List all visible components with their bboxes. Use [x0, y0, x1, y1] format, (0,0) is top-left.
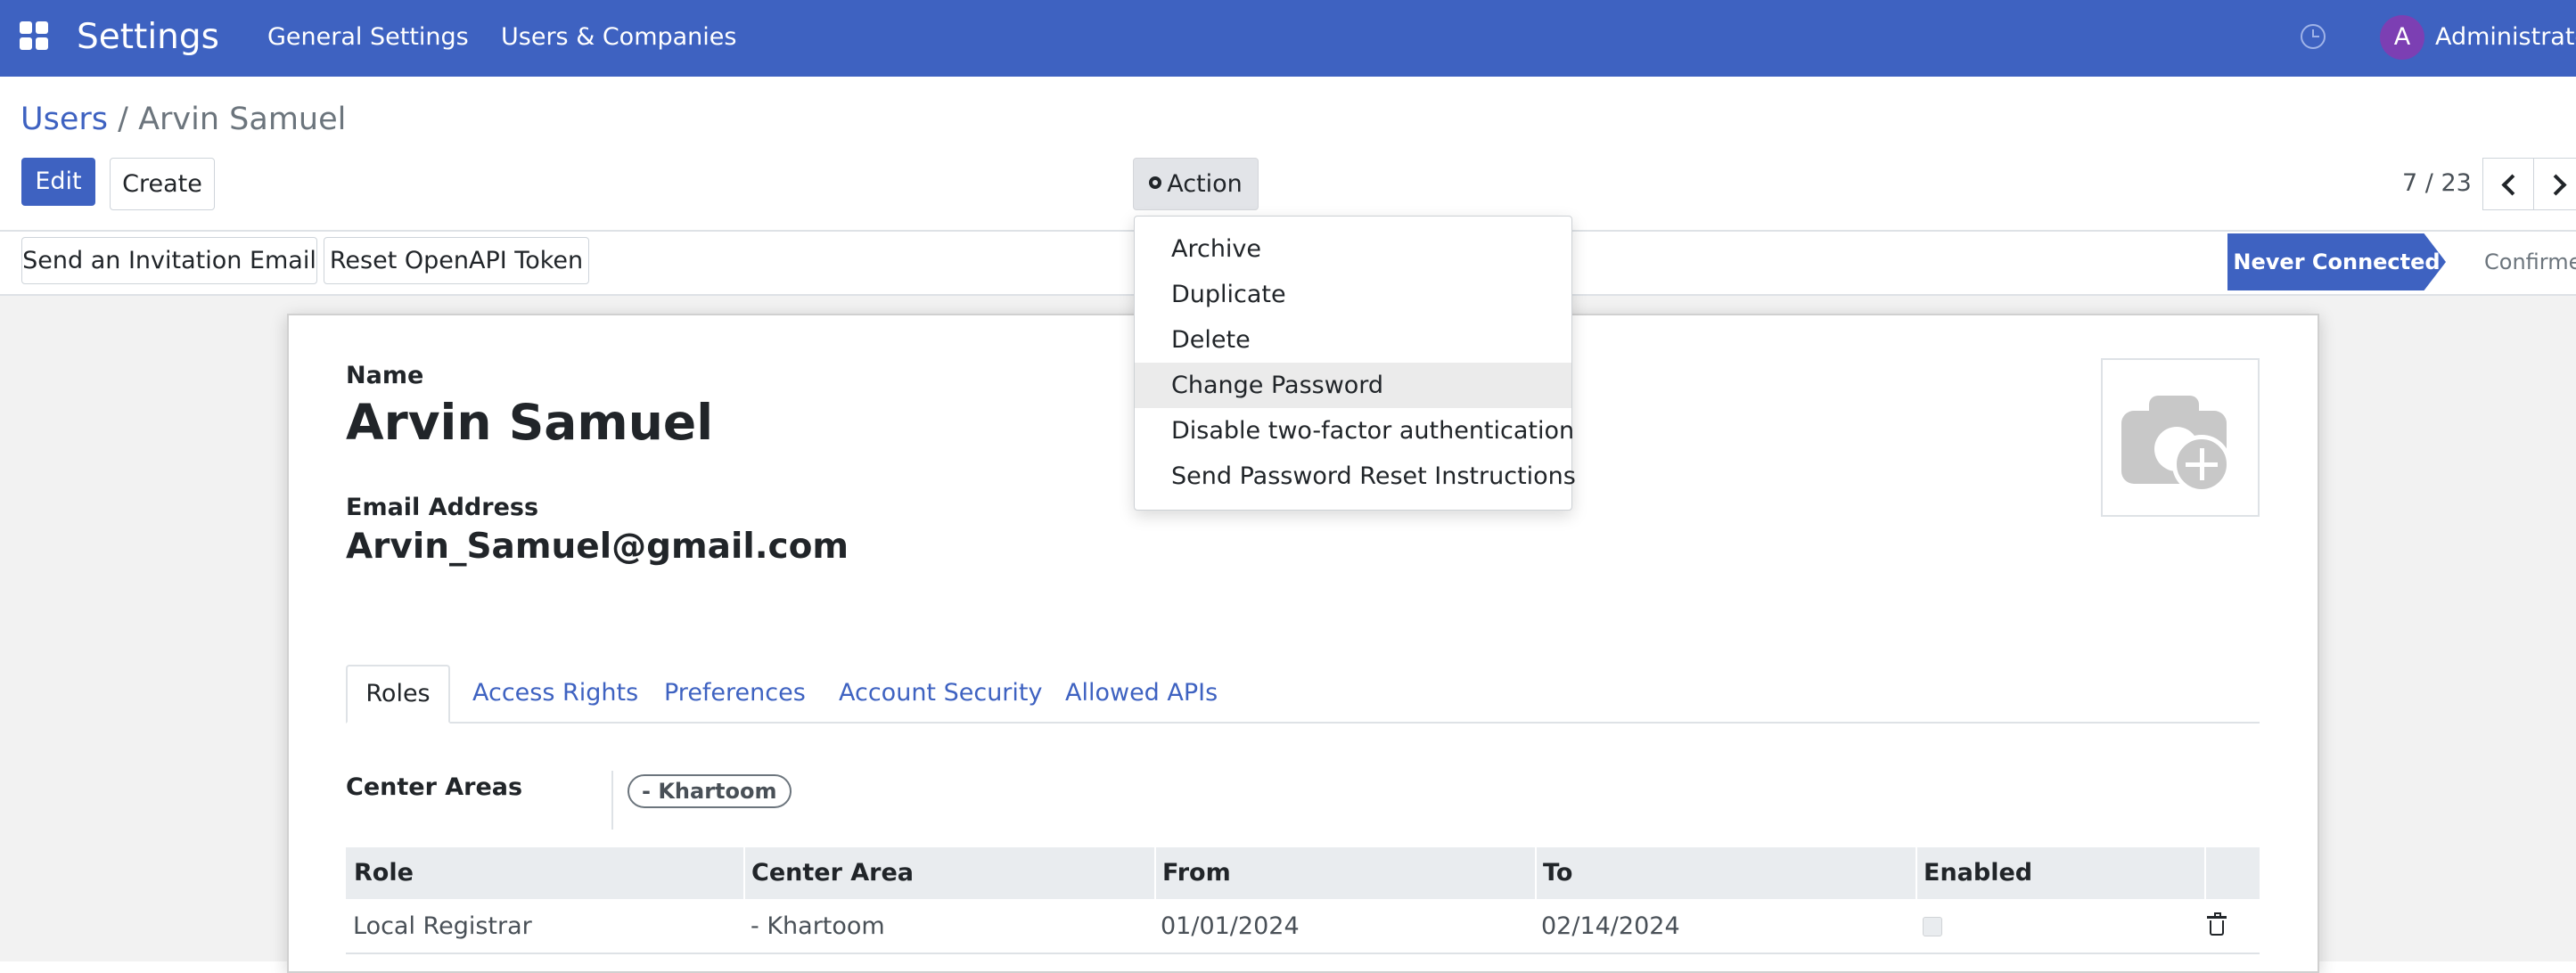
gear-icon — [1149, 176, 1162, 189]
cell-from[interactable]: 01/01/2024 — [1161, 910, 1300, 944]
column-separator — [743, 847, 745, 899]
breadcrumb-separator: / — [118, 102, 128, 137]
name-value: Arvin Samuel — [346, 394, 714, 451]
avatar[interactable]: A — [2380, 15, 2424, 60]
action-dropdown-menu: Archive Duplicate Delete Change Password… — [1134, 216, 1576, 511]
tabs-underline — [346, 722, 2260, 724]
menu-item-archive[interactable]: Archive — [1135, 226, 1571, 272]
app-title[interactable]: Settings — [77, 12, 219, 62]
breadcrumb-users-link[interactable]: Users — [21, 102, 108, 137]
nav-general-settings[interactable]: General Settings — [267, 21, 469, 53]
create-button[interactable]: Create — [110, 158, 215, 210]
chevron-left-icon — [2501, 174, 2523, 196]
breadcrumb: Users / Arvin Samuel — [21, 100, 346, 139]
menu-item-delete[interactable]: Delete — [1135, 317, 1571, 363]
center-areas-label: Center Areas — [346, 773, 523, 801]
column-separator — [1535, 847, 1537, 899]
user-menu-name[interactable]: Administrator — [2435, 21, 2576, 53]
menu-item-change-password[interactable]: Change Password — [1135, 363, 1571, 408]
status-confirmed[interactable]: Confirmed — [2484, 247, 2576, 277]
photo-upload[interactable] — [2101, 358, 2260, 517]
email-value: Arvin_Samuel@gmail.com — [346, 527, 849, 567]
column-header-role[interactable]: Role — [354, 847, 414, 899]
column-separator — [1154, 847, 1156, 899]
top-navbar: Settings General Settings Users & Compan… — [0, 0, 2576, 77]
column-separator — [2204, 847, 2206, 899]
menu-item-send-password-reset[interactable]: Send Password Reset Instructions — [1135, 454, 1576, 499]
enabled-checkbox[interactable] — [1923, 917, 1942, 936]
action-button[interactable]: Action — [1133, 158, 1259, 210]
column-header-to[interactable]: To — [1543, 847, 1572, 899]
edit-button[interactable]: Edit — [21, 158, 95, 206]
tab-roles[interactable]: Roles — [346, 665, 450, 724]
nav-users-companies[interactable]: Users & Companies — [501, 21, 736, 53]
chevron-right-icon — [2545, 174, 2567, 196]
column-header-enabled[interactable]: Enabled — [1924, 847, 2032, 899]
action-label: Action — [1167, 170, 1243, 198]
email-label: Email Address — [346, 494, 539, 521]
trash-icon[interactable] — [2207, 912, 2227, 936]
pager-next-button[interactable] — [2533, 158, 2576, 210]
apps-grid-icon[interactable] — [20, 21, 50, 52]
menu-item-disable-2fa[interactable]: Disable two-factor authentication — [1135, 408, 1574, 454]
table-row[interactable] — [346, 901, 2260, 954]
menu-item-duplicate[interactable]: Duplicate — [1135, 272, 1571, 317]
tab-allowed-apis[interactable]: Allowed APIs — [1065, 677, 1218, 709]
reset-openapi-token-button[interactable]: Reset OpenAPI Token — [324, 237, 589, 284]
cell-role[interactable]: Local Registrar — [353, 910, 532, 944]
cell-center-area[interactable]: - Khartoom — [751, 910, 885, 944]
center-areas-divider — [611, 771, 613, 830]
column-header-from[interactable]: From — [1162, 847, 1231, 899]
pager-previous-button[interactable] — [2482, 158, 2534, 210]
tab-access-rights[interactable]: Access Rights — [472, 677, 638, 709]
name-label: Name — [346, 362, 424, 389]
column-separator — [1916, 847, 1917, 899]
tab-preferences[interactable]: Preferences — [664, 677, 806, 709]
clock-icon[interactable] — [2301, 24, 2326, 49]
pager-value[interactable]: 7 / 23 — [2402, 168, 2472, 200]
status-never-connected[interactable]: Never Connected — [2227, 233, 2446, 290]
breadcrumb-current: Arvin Samuel — [138, 102, 347, 137]
center-area-tag[interactable]: - Khartoom — [628, 774, 792, 808]
send-invitation-button[interactable]: Send an Invitation Email — [21, 237, 317, 284]
cell-to[interactable]: 02/14/2024 — [1541, 910, 1680, 944]
column-header-center-area[interactable]: Center Area — [751, 847, 914, 899]
tab-account-security[interactable]: Account Security — [839, 677, 1042, 709]
